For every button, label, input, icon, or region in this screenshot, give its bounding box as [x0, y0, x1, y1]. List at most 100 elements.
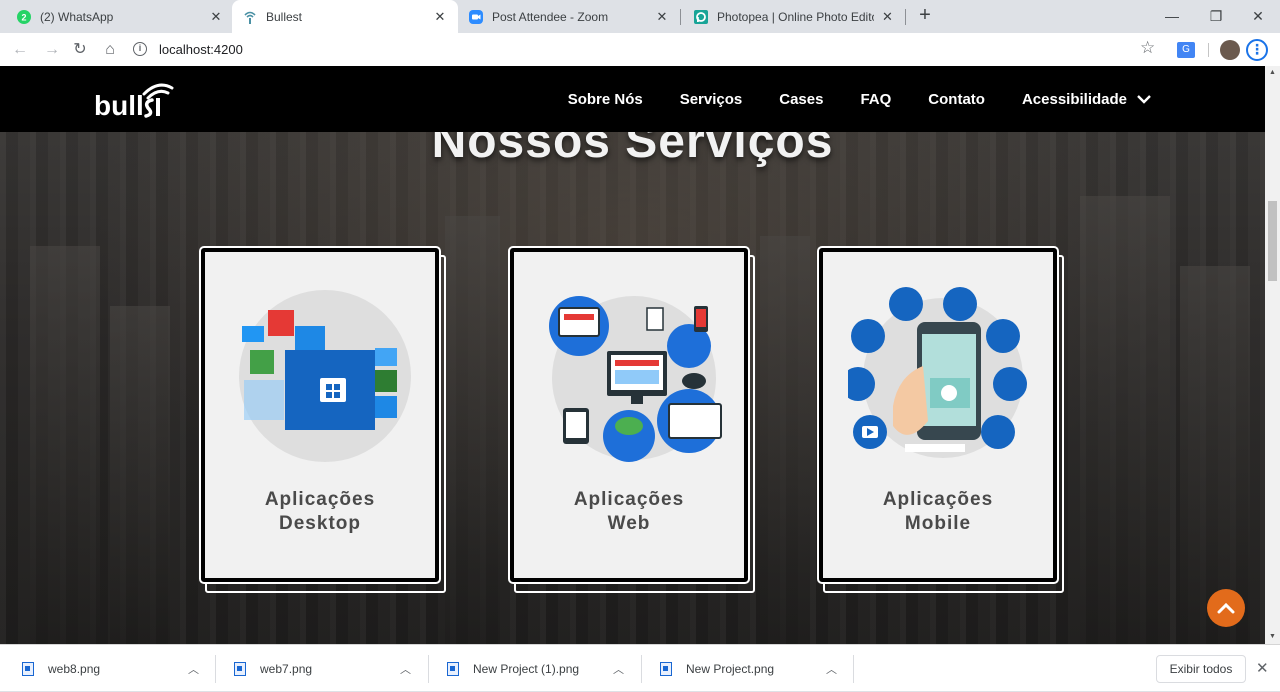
- building-silhouette: [30, 246, 100, 644]
- tab-photopea[interactable]: Photopea | Online Photo Editor ✕: [683, 0, 905, 33]
- service-card-web[interactable]: Aplicações Web: [508, 246, 755, 593]
- building-silhouette: [110, 306, 170, 644]
- tab-divider: [905, 9, 906, 25]
- nav-sobre-nos[interactable]: Sobre Nós: [568, 91, 643, 108]
- card-title-line2: Desktop: [279, 513, 361, 534]
- card-title-line1: Aplicações: [573, 489, 685, 510]
- bullest-icon: [242, 9, 258, 25]
- nav-servicos[interactable]: Serviços: [680, 91, 743, 108]
- tab-bullest[interactable]: Bullest ✕: [232, 0, 458, 33]
- nav-faq[interactable]: FAQ: [860, 91, 891, 108]
- chevron-up-icon[interactable]: ︿: [400, 661, 411, 677]
- scroll-down-arrow-icon[interactable]: ▼: [1265, 630, 1280, 644]
- close-icon[interactable]: ✕: [432, 9, 448, 25]
- web-apps-illustration: [549, 296, 722, 462]
- chevron-up-icon[interactable]: ︿: [826, 661, 837, 677]
- zoom-icon: [468, 9, 484, 25]
- download-filename: New Project (1).png: [473, 661, 580, 676]
- card-body: Aplicações Mobile: [817, 246, 1059, 584]
- image-file-icon: [234, 661, 246, 676]
- restore-icon[interactable]: ❐: [1196, 4, 1236, 28]
- tab-whatsapp[interactable]: 2 (2) WhatsApp ✕: [6, 0, 234, 33]
- download-divider: [641, 655, 642, 683]
- forward-arrow-icon[interactable]: →: [40, 38, 64, 62]
- building-silhouette: [445, 216, 500, 644]
- download-divider: [215, 655, 216, 683]
- browser-menu-icon[interactable]: ⋮: [1246, 39, 1268, 61]
- tab-title: Photopea | Online Photo Editor: [717, 9, 874, 24]
- site-header: bull Sobre Nós Serviços Cases FAQ Contat…: [0, 66, 1265, 132]
- image-file-icon: [660, 661, 672, 676]
- svg-text:bull: bull: [94, 90, 144, 120]
- main-nav: Sobre Nós Serviços Cases FAQ Contato Ace…: [568, 66, 1151, 132]
- service-card-desktop[interactable]: Aplicações Desktop: [199, 246, 446, 593]
- browser-toolbar: ← → ↻ ⌂ i localhost:4200 ☆ G ⋮: [0, 33, 1280, 66]
- card-title: Aplicações Mobile: [823, 488, 1053, 536]
- building-silhouette: [760, 236, 810, 644]
- scroll-thumb[interactable]: [1268, 201, 1277, 281]
- url-text: localhost:4200: [159, 41, 243, 57]
- card-body: Aplicações Desktop: [199, 246, 441, 584]
- minimize-icon[interactable]: —: [1152, 4, 1192, 28]
- building-silhouette: [1080, 196, 1170, 644]
- bookmark-star-icon[interactable]: ☆: [1140, 38, 1155, 58]
- image-file-icon: [22, 661, 34, 676]
- page-viewport: Nossos Serviços bull Sobre Nós Serviços …: [0, 66, 1280, 644]
- desktop-apps-illustration: [239, 290, 411, 462]
- card-title: Aplicações Web: [514, 488, 744, 536]
- chevron-up-icon[interactable]: ︿: [188, 661, 199, 677]
- tab-divider: [680, 9, 681, 25]
- download-filename: New Project.png: [686, 661, 775, 676]
- new-tab-button[interactable]: +: [914, 5, 936, 27]
- close-icon[interactable]: ✕: [880, 9, 895, 25]
- page-scrollbar[interactable]: ▲ ▼: [1265, 66, 1280, 644]
- service-card-mobile[interactable]: Aplicações Mobile: [817, 246, 1064, 593]
- translate-icon[interactable]: G: [1177, 42, 1195, 58]
- download-filename: web8.png: [48, 661, 101, 676]
- nav-cases[interactable]: Cases: [779, 91, 823, 108]
- card-title: Aplicações Desktop: [205, 488, 435, 536]
- tab-zoom[interactable]: Post Attendee - Zoom ✕: [458, 0, 680, 33]
- download-filename: web7.png: [260, 661, 313, 676]
- card-body: Aplicações Web: [508, 246, 750, 584]
- photopea-icon: [693, 9, 709, 25]
- back-to-top-button[interactable]: [1207, 589, 1245, 627]
- chevron-up-icon: [1217, 602, 1235, 614]
- mobile-apps-illustration: [848, 287, 1027, 458]
- nav-acessibilidade-dropdown[interactable]: Acessibilidade: [1022, 91, 1151, 108]
- download-divider: [853, 655, 854, 683]
- scroll-up-arrow-icon[interactable]: ▲: [1265, 66, 1280, 80]
- tab-strip: 2 (2) WhatsApp ✕ Bullest ✕ Post Attendee…: [0, 0, 1280, 33]
- close-icon[interactable]: ✕: [654, 9, 670, 25]
- bullest-logo[interactable]: bull: [92, 78, 182, 120]
- download-item[interactable]: New Project.png ︿: [660, 645, 850, 692]
- svg-text:2: 2: [21, 12, 26, 22]
- card-title-line1: Aplicações: [882, 489, 994, 510]
- building-silhouette: [1180, 266, 1250, 644]
- card-title-line2: Mobile: [904, 513, 972, 534]
- whatsapp-icon: 2: [16, 9, 32, 25]
- close-downloads-icon[interactable]: ✕: [1256, 659, 1269, 677]
- downloads-bar: web8.png ︿ web7.png ︿ New Project (1).pn…: [0, 644, 1280, 691]
- image-file-icon: [447, 661, 459, 676]
- download-item[interactable]: New Project (1).png ︿: [447, 645, 637, 692]
- address-bar[interactable]: i localhost:4200: [133, 37, 1173, 61]
- download-item[interactable]: web8.png ︿: [22, 645, 212, 692]
- nav-contato[interactable]: Contato: [928, 91, 985, 108]
- download-divider: [428, 655, 429, 683]
- chevron-up-icon[interactable]: ︿: [613, 661, 624, 677]
- reload-icon[interactable]: ↻: [68, 38, 92, 62]
- profile-avatar[interactable]: [1220, 40, 1240, 60]
- show-all-downloads-button[interactable]: Exibir todos: [1156, 655, 1246, 683]
- download-item[interactable]: web7.png ︿: [234, 645, 424, 692]
- tab-title: Bullest: [266, 9, 303, 24]
- close-icon[interactable]: ✕: [208, 9, 224, 25]
- home-icon[interactable]: ⌂: [98, 38, 122, 62]
- chevron-down-icon: [1137, 95, 1151, 104]
- card-title-line1: Aplicações: [264, 489, 376, 510]
- tab-title: Post Attendee - Zoom: [492, 9, 609, 24]
- tab-title: (2) WhatsApp: [40, 9, 114, 24]
- info-icon[interactable]: i: [133, 42, 147, 56]
- back-arrow-icon[interactable]: ←: [8, 38, 32, 62]
- window-close-icon[interactable]: ✕: [1238, 4, 1278, 28]
